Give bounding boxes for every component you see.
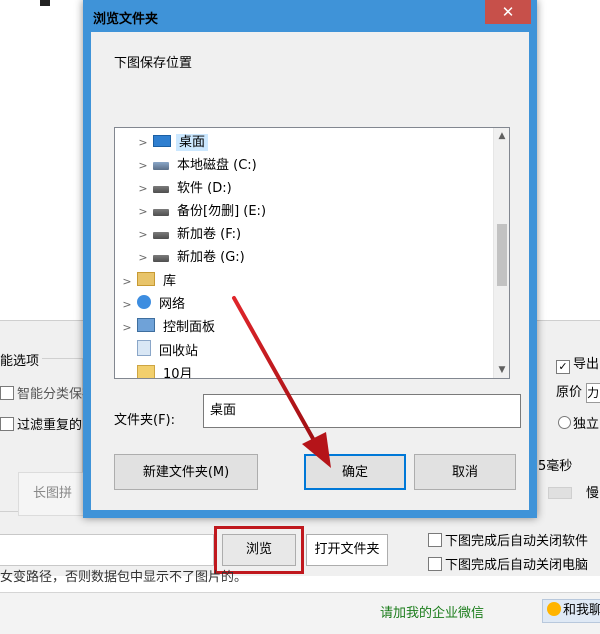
delay-label: 5毫秒: [538, 459, 573, 474]
speed-slider[interactable]: [548, 487, 572, 499]
tree-item-desktop[interactable]: > 桌面: [137, 132, 209, 154]
dialog-title: 浏览文件夹: [93, 12, 159, 27]
price-select[interactable]: 力: [586, 382, 600, 403]
folder-icon: [137, 365, 155, 378]
library-icon: [137, 272, 155, 286]
chat-button[interactable]: 和我聊: [542, 599, 600, 623]
path-hint-text: 女变路径，否则数据包中显示不了图片的。: [0, 570, 248, 585]
control-panel-icon: [137, 318, 155, 332]
status-bar: [0, 592, 600, 634]
dialog-prompt: 下图保存位置: [114, 56, 193, 71]
tree-item-label: 控制面板: [163, 320, 216, 335]
tree-item-drive-e[interactable]: > 备份[勿删] (E:): [137, 201, 269, 223]
auto-close-software-label: 下图完成后自动关闭软件: [445, 534, 589, 549]
dialog-client-area: 下图保存位置 > 桌面 > 本地磁盘 (C:) > 软件 (D:) > 备份[勿删] (…: [91, 32, 529, 510]
long-image-button[interactable]: 长图拼接: [18, 472, 84, 516]
filter-duplicate-option[interactable]: 过滤重复的图: [0, 414, 95, 433]
tree-item-libraries[interactable]: > 库: [121, 271, 179, 293]
tree-scrollbar[interactable]: ▲ ▼: [493, 128, 509, 378]
standalone-radio[interactable]: [558, 416, 571, 429]
tree-item-drive-g[interactable]: > 新加卷 (G:): [137, 247, 248, 269]
drive-icon: [153, 255, 169, 262]
chevron-right-icon[interactable]: >: [137, 178, 149, 200]
tree-item-label: 网络: [159, 297, 186, 312]
export-option[interactable]: 导出: [556, 353, 599, 374]
close-icon: ✕: [501, 3, 515, 21]
system-drive-icon: [153, 162, 169, 170]
tree-item-label: 备份[勿删] (E:): [177, 204, 267, 219]
scroll-thumb[interactable]: [497, 224, 507, 286]
price-select-value: 力: [587, 385, 600, 400]
chevron-right-icon[interactable]: >: [121, 294, 133, 316]
tree-item-control-panel[interactable]: > 控制面板: [121, 317, 218, 339]
tree-item-drive-f[interactable]: > 新加卷 (F:): [137, 224, 244, 246]
auto-shutdown-option[interactable]: 下图完成后自动关闭电脑: [428, 554, 588, 573]
chevron-right-icon[interactable]: >: [121, 317, 133, 339]
slow-label: 慢: [586, 486, 600, 501]
tree-item-label: 回收站: [159, 344, 199, 359]
standalone-option[interactable]: 独立: [558, 413, 599, 432]
tree-item-label: 软件 (D:): [177, 181, 232, 196]
smart-category-checkbox[interactable]: [0, 386, 14, 400]
chat-icon: [547, 602, 561, 616]
tree-item-label: 本地磁盘 (C:): [177, 158, 257, 173]
tree-item-recycle-bin[interactable]: 回收站: [133, 340, 201, 362]
desktop-icon: [153, 135, 171, 147]
background-edge-mark: [40, 0, 50, 6]
open-folder-button[interactable]: 打开文件夹: [306, 534, 388, 566]
close-button[interactable]: ✕: [485, 0, 531, 24]
browse-folder-dialog: 浏览文件夹 ✕ 下图保存位置 > 桌面 > 本地磁盘 (C:) > 软件 (D:) >…: [83, 0, 537, 518]
tree-item-network[interactable]: > 网络: [121, 294, 188, 316]
chevron-right-icon[interactable]: >: [137, 201, 149, 223]
folder-input[interactable]: 桌面: [203, 394, 521, 428]
chevron-right-icon[interactable]: >: [137, 247, 149, 269]
standalone-label: 独立: [573, 417, 600, 432]
dialog-title-bar[interactable]: 浏览文件夹 ✕: [83, 0, 537, 34]
scroll-up-icon[interactable]: ▲: [494, 128, 509, 144]
folder-field-label: 文件夹(F):: [114, 413, 176, 428]
price-label: 原价: [556, 385, 583, 400]
tree-item-label: 库: [163, 274, 177, 289]
tree-item-drive-c[interactable]: > 本地磁盘 (C:): [137, 155, 260, 177]
export-label: 导出: [573, 357, 600, 372]
chevron-right-icon[interactable]: >: [121, 271, 133, 293]
drive-icon: [153, 232, 169, 239]
smart-category-option[interactable]: 智能分类保存: [0, 383, 95, 402]
recycle-bin-icon: [137, 340, 151, 356]
save-path-field[interactable]: [0, 534, 214, 566]
price-row: 原价 力: [556, 381, 600, 403]
drive-icon: [153, 209, 169, 216]
tree-item-label: 桌面: [176, 134, 209, 151]
tree-item-label: 新加卷 (G:): [177, 250, 245, 265]
chat-button-label: 和我聊: [563, 603, 600, 618]
scroll-down-icon[interactable]: ▼: [494, 362, 509, 378]
chevron-right-icon[interactable]: >: [137, 155, 149, 177]
ok-button[interactable]: 确定: [304, 454, 406, 490]
auto-close-software-option[interactable]: 下图完成后自动关闭软件: [428, 530, 588, 549]
network-icon: [137, 295, 151, 309]
folder-tree[interactable]: > 桌面 > 本地磁盘 (C:) > 软件 (D:) > 备份[勿删] (E:) > 新加…: [114, 127, 510, 379]
tree-item-label: 10月: [163, 367, 193, 379]
options-group-title: 能选项: [0, 350, 43, 369]
tree-item-drive-d[interactable]: > 软件 (D:): [137, 178, 235, 200]
new-folder-button[interactable]: 新建文件夹(M): [114, 454, 258, 490]
filter-duplicate-checkbox[interactable]: [0, 417, 14, 431]
drive-icon: [153, 186, 169, 193]
cancel-button[interactable]: 取消: [414, 454, 516, 490]
auto-shutdown-checkbox[interactable]: [428, 557, 442, 571]
auto-shutdown-label: 下图完成后自动关闭电脑: [445, 558, 589, 573]
chevron-right-icon[interactable]: >: [137, 224, 149, 246]
chevron-right-icon[interactable]: >: [137, 132, 149, 154]
tree-item-october[interactable]: 10月: [133, 364, 196, 379]
tree-item-label: 新加卷 (F:): [177, 227, 242, 242]
wechat-link[interactable]: 请加我的企业微信: [380, 602, 484, 621]
auto-close-software-checkbox[interactable]: [428, 533, 442, 547]
export-checkbox[interactable]: [556, 360, 570, 374]
